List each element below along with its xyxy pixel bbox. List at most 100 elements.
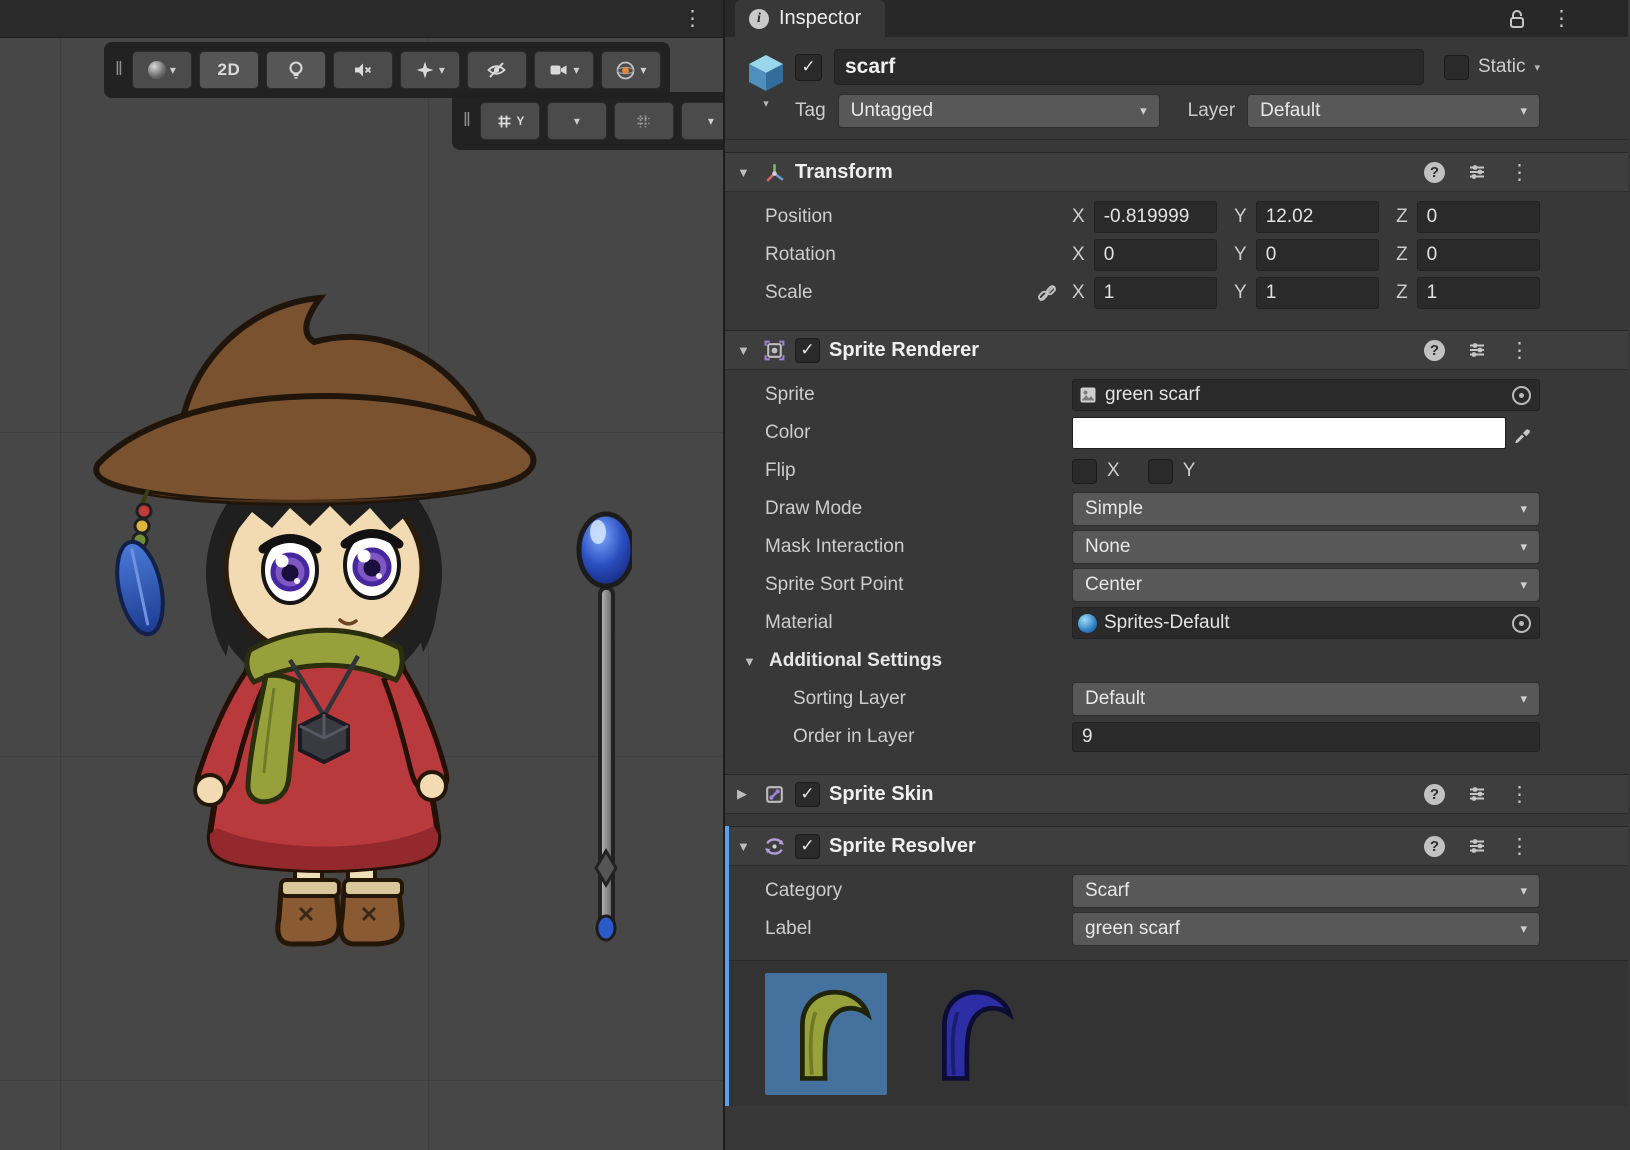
component-menu-kebab-icon[interactable]: ⋮ bbox=[1509, 784, 1530, 805]
chevron-down-icon: ▾ bbox=[574, 115, 580, 127]
component-menu-kebab-icon[interactable]: ⋮ bbox=[1509, 162, 1530, 183]
character-sprite[interactable] bbox=[52, 268, 632, 988]
layer-value: Default bbox=[1260, 100, 1320, 122]
effects-star-icon bbox=[415, 60, 435, 80]
help-icon[interactable]: ? bbox=[1424, 340, 1445, 361]
scene-lighting-button[interactable] bbox=[266, 51, 326, 89]
color-swatch[interactable] bbox=[1072, 417, 1506, 449]
order-in-layer-field[interactable] bbox=[1072, 722, 1540, 752]
boots bbox=[278, 880, 402, 944]
sort-point-dropdown[interactable]: Center ▾ bbox=[1072, 568, 1540, 602]
rotation-x-field[interactable] bbox=[1094, 239, 1217, 271]
tag-value: Untagged bbox=[851, 100, 933, 122]
scene-effects-button[interactable]: ▾ bbox=[400, 51, 460, 89]
sprite-label: Sprite bbox=[765, 384, 1072, 406]
character-body[interactable] bbox=[96, 298, 533, 944]
foldout-icon[interactable]: ▼ bbox=[737, 839, 754, 854]
scale-link-icon[interactable] bbox=[1036, 282, 1058, 304]
help-icon[interactable]: ? bbox=[1424, 162, 1445, 183]
static-dropdown-caret[interactable]: ▾ bbox=[1534, 61, 1540, 74]
component-enabled-checkbox[interactable]: ✓ bbox=[795, 338, 820, 363]
mask-interaction-dropdown[interactable]: None ▾ bbox=[1072, 530, 1540, 564]
flip-y-checkbox[interactable] bbox=[1148, 459, 1173, 484]
foldout-icon[interactable]: ▼ bbox=[737, 165, 754, 180]
scale-x-field[interactable] bbox=[1094, 277, 1217, 309]
sprite-renderer-header[interactable]: ▼ ✓ Sprite Renderer ? ⋮ bbox=[725, 330, 1628, 370]
inspector-menu-kebab-icon[interactable]: ⋮ bbox=[1551, 8, 1572, 29]
component-menu-kebab-icon[interactable]: ⋮ bbox=[1509, 340, 1530, 361]
sprite-object-field[interactable]: green scarf bbox=[1072, 379, 1540, 411]
lock-icon[interactable] bbox=[1507, 8, 1527, 30]
grid-axis-dropdown[interactable]: ▾ bbox=[547, 102, 607, 140]
additional-settings-label: Additional Settings bbox=[769, 650, 942, 672]
flip-x-checkbox[interactable] bbox=[1072, 459, 1097, 484]
position-y-field[interactable] bbox=[1256, 201, 1379, 233]
grid-snap-button[interactable] bbox=[614, 102, 674, 140]
layer-dropdown[interactable]: Default ▾ bbox=[1247, 94, 1540, 128]
draw-mode-value: Simple bbox=[1085, 498, 1143, 520]
object-picker-icon[interactable] bbox=[1512, 614, 1531, 633]
presets-icon[interactable] bbox=[1467, 162, 1487, 182]
hidden-objects-button[interactable] bbox=[467, 51, 527, 89]
rotation-z-field[interactable] bbox=[1417, 239, 1540, 271]
sprite-resolver-header[interactable]: ▼ ✓ Sprite Resolver ? ⋮ bbox=[725, 826, 1628, 866]
tag-dropdown[interactable]: Untagged ▾ bbox=[838, 94, 1160, 128]
scale-y-field[interactable] bbox=[1256, 277, 1379, 309]
toolbar-drag-handle[interactable]: ‖ bbox=[463, 110, 471, 132]
position-z-field[interactable] bbox=[1417, 201, 1540, 233]
scene-gizmos-button[interactable]: ▾ bbox=[601, 51, 661, 89]
foldout-icon[interactable]: ▼ bbox=[737, 343, 754, 358]
rotation-y-field[interactable] bbox=[1256, 239, 1379, 271]
eyedropper-icon[interactable] bbox=[1506, 423, 1540, 443]
additional-settings-foldout[interactable]: ▼ Additional Settings bbox=[725, 642, 1628, 680]
category-dropdown[interactable]: Scarf ▾ bbox=[1072, 874, 1540, 908]
component-enabled-checkbox[interactable]: ✓ bbox=[795, 782, 820, 807]
presets-icon[interactable] bbox=[1467, 784, 1487, 804]
toolbar-drag-handle[interactable]: ‖ bbox=[115, 59, 123, 81]
sorting-layer-dropdown[interactable]: Default ▾ bbox=[1072, 682, 1540, 716]
sprite-skin-header[interactable]: ▶ ✓ Sprite Skin ? ⋮ bbox=[725, 774, 1628, 814]
scene-camera-button[interactable]: ▾ bbox=[534, 51, 594, 89]
sprite-variant-green-scarf[interactable] bbox=[765, 973, 887, 1095]
presets-icon[interactable] bbox=[1467, 340, 1487, 360]
component-menu-kebab-icon[interactable]: ⋮ bbox=[1509, 836, 1530, 857]
grid-axis-button[interactable]: Y bbox=[480, 102, 540, 140]
category-label: Category bbox=[765, 880, 1072, 902]
tab-inspector[interactable]: i Inspector bbox=[735, 0, 885, 37]
sprite-skin-icon bbox=[763, 783, 786, 806]
foldout-icon[interactable]: ▼ bbox=[743, 654, 760, 669]
staff-sprite[interactable] bbox=[579, 514, 632, 940]
lightbulb-icon bbox=[286, 60, 306, 80]
label-dropdown[interactable]: green scarf ▾ bbox=[1072, 912, 1540, 946]
check-icon: ✓ bbox=[800, 784, 814, 804]
sprite-variant-blue-scarf[interactable] bbox=[907, 973, 1029, 1095]
foldout-icon[interactable]: ▶ bbox=[737, 786, 754, 802]
active-checkbox[interactable]: ✓ bbox=[795, 54, 822, 81]
scene-menu-kebab-icon[interactable]: ⋮ bbox=[682, 8, 703, 29]
transform-header[interactable]: ▼ Transform ? ⋮ bbox=[725, 152, 1628, 192]
gameobject-name-field[interactable] bbox=[834, 49, 1424, 85]
static-checkbox[interactable] bbox=[1444, 55, 1469, 80]
object-picker-icon[interactable] bbox=[1512, 386, 1531, 405]
help-icon[interactable]: ? bbox=[1424, 836, 1445, 857]
position-x-field[interactable] bbox=[1094, 201, 1217, 233]
chevron-down-icon: ▾ bbox=[1510, 921, 1527, 937]
scale-z-field[interactable] bbox=[1417, 277, 1540, 309]
shading-mode-button[interactable]: ▾ bbox=[132, 51, 192, 89]
material-value: Sprites-Default bbox=[1104, 612, 1230, 634]
grid-axis-label: Y bbox=[516, 114, 524, 128]
gameobject-header: ▾ ✓ Static ▾ Tag Untagged ▾ bbox=[725, 37, 1628, 140]
scene-view[interactable]: ⋮ ‖ ▾ 2D bbox=[0, 0, 725, 1150]
component-title: Transform bbox=[795, 161, 893, 184]
grid-snap-dropdown[interactable]: ▾ bbox=[681, 102, 725, 140]
component-enabled-checkbox[interactable]: ✓ bbox=[795, 834, 820, 859]
material-object-field[interactable]: Sprites-Default bbox=[1072, 607, 1540, 639]
2d-toggle-button[interactable]: 2D bbox=[199, 51, 259, 89]
draw-mode-dropdown[interactable]: Simple ▾ bbox=[1072, 492, 1540, 526]
chevron-down-icon: ▾ bbox=[1510, 539, 1527, 555]
scene-audio-button[interactable] bbox=[333, 51, 393, 89]
grid-plane-icon bbox=[495, 112, 514, 131]
icon-dropdown-caret[interactable]: ▾ bbox=[763, 97, 769, 110]
help-icon[interactable]: ? bbox=[1424, 784, 1445, 805]
presets-icon[interactable] bbox=[1467, 836, 1487, 856]
